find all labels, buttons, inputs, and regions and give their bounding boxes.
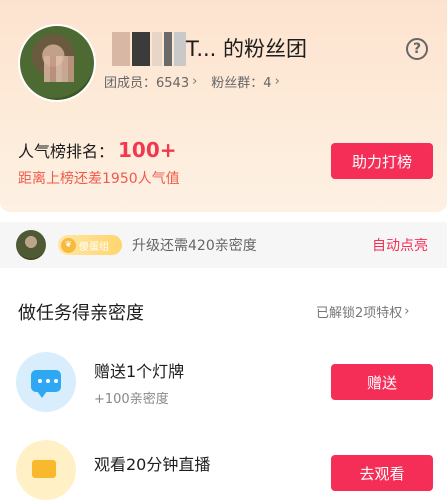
chevron-right-icon: › — [192, 74, 198, 89]
task-section-title: 做任务得亲密度 — [18, 303, 144, 324]
user-avatar[interactable] — [16, 230, 46, 260]
avatar-image — [20, 26, 94, 100]
watch-button[interactable]: 去观看 — [331, 455, 433, 491]
upgrade-text: 升级还需420亲密度 — [132, 238, 257, 254]
rank-label: 人气榜排名： — [18, 142, 115, 161]
send-button[interactable]: 赠送 — [331, 364, 433, 400]
level-badge-text: 傻蛋组 — [79, 241, 109, 253]
task-name: 赠送1个灯牌 — [94, 362, 185, 381]
auto-light-link[interactable]: 自动点亮 — [372, 235, 428, 255]
unlocked-text: 已解锁2项特权 — [316, 306, 403, 321]
fan-club-header: T... 的粉丝团 ? 团成员：6543 › 粉丝群：4 › 人气榜排名： 10… — [0, 0, 447, 212]
groups-label: 粉丝群：4 — [211, 76, 272, 91]
live-icon — [16, 440, 76, 500]
members-label: 团成员：6543 — [104, 76, 190, 91]
rank-value: 100+ — [118, 138, 177, 162]
chevron-right-icon: › — [404, 304, 410, 319]
host-avatar[interactable] — [18, 24, 96, 102]
rank-gap-text: 距离上榜还差1950人气值 — [18, 171, 180, 187]
task-reward: +100亲密度 — [94, 392, 169, 407]
help-icon[interactable]: ? — [406, 38, 428, 60]
mosaic-name — [112, 32, 186, 66]
privileges-link[interactable]: 已解锁2项特权 › — [316, 302, 409, 321]
rank-row: 人气榜排名： 100+ — [18, 138, 177, 162]
fan-club-title: T... 的粉丝团 — [186, 37, 308, 61]
club-stats: 团成员：6543 › 粉丝群：4 › — [104, 72, 280, 91]
boost-rank-button[interactable]: 助力打榜 — [331, 143, 433, 179]
task-name: 观看20分钟直播 — [94, 455, 211, 474]
message-icon — [16, 352, 76, 412]
level-badge: ❦ 傻蛋组 — [58, 235, 122, 255]
members-link[interactable]: 团成员：6543 › — [104, 72, 197, 91]
chevron-right-icon: › — [274, 74, 280, 89]
groups-link[interactable]: 粉丝群：4 › — [211, 72, 279, 91]
intimacy-bar: ❦ 傻蛋组 升级还需420亲密度 自动点亮 — [0, 222, 447, 268]
medal-icon: ❦ — [61, 237, 76, 253]
